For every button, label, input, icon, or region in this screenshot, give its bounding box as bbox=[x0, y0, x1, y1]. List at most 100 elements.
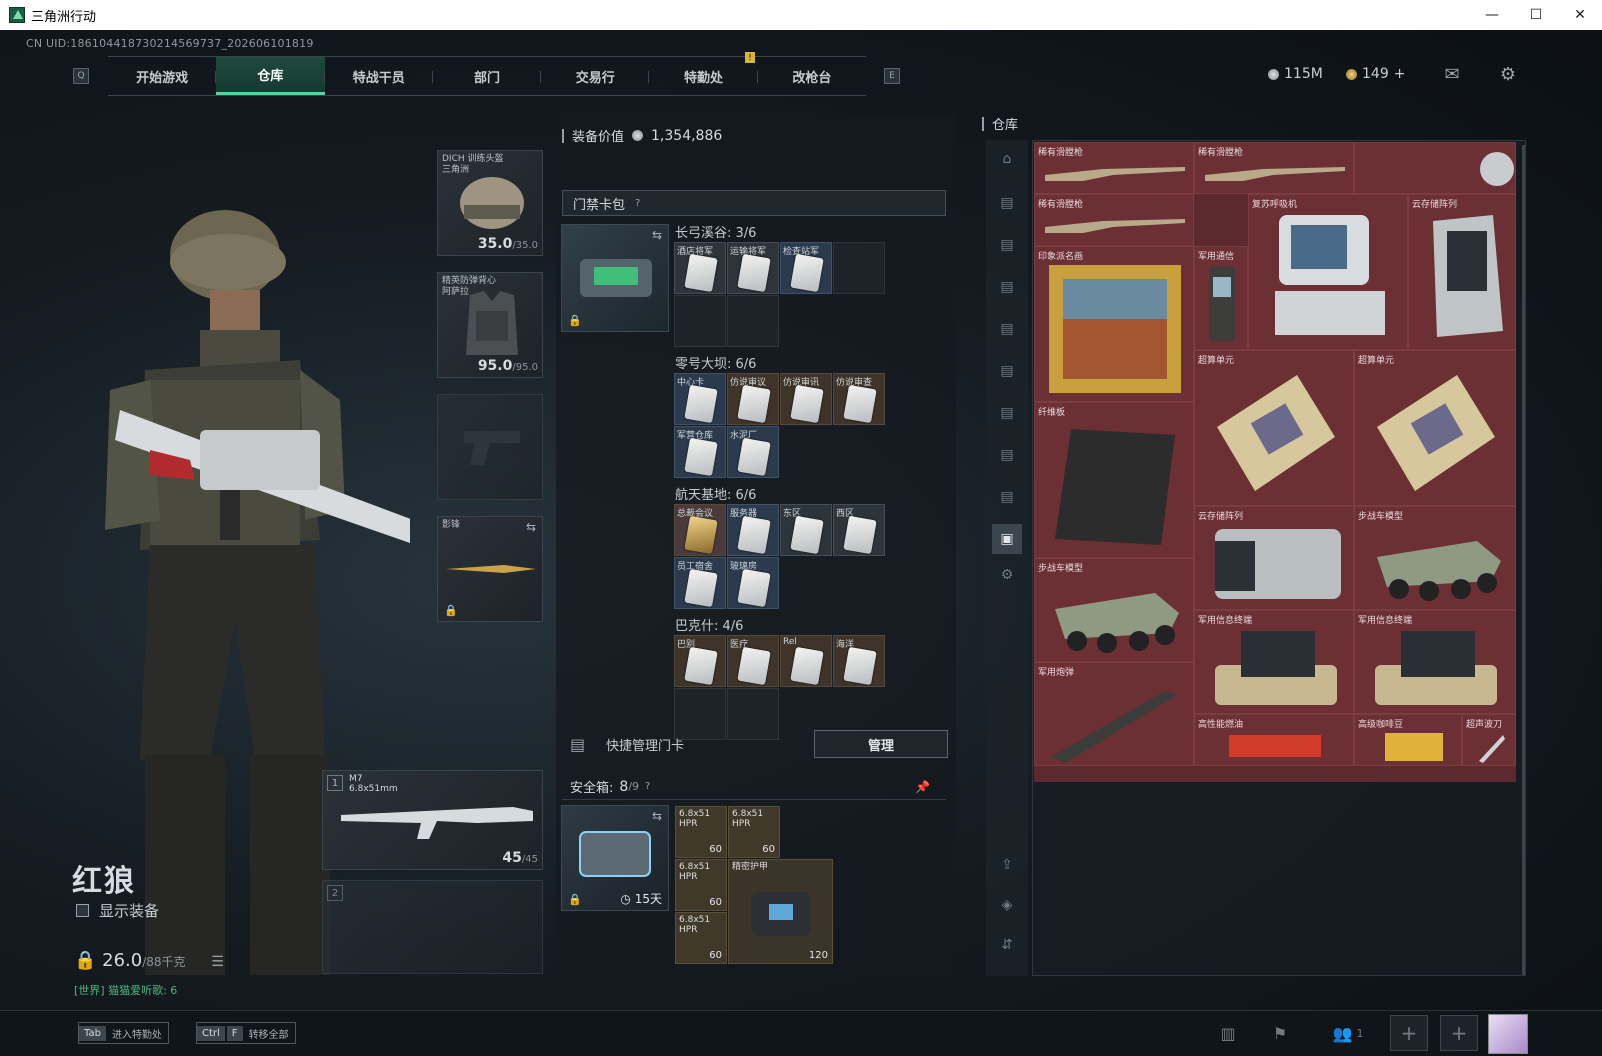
tab-market[interactable]: 交易行 bbox=[541, 57, 650, 95]
armor-plate-item[interactable]: 精密护甲 120 bbox=[728, 859, 833, 964]
ammo-stack[interactable]: 6.8x51 HPR 60 bbox=[675, 859, 727, 911]
stash-tab-icon[interactable]: ▤ bbox=[992, 272, 1022, 302]
pistol-slot[interactable] bbox=[437, 394, 543, 500]
layers-icon[interactable]: ◈ bbox=[992, 890, 1022, 920]
list-icon[interactable]: ☰ bbox=[211, 954, 224, 970]
world-chat-line[interactable]: [世界] 猫猫爱听歌: 6 bbox=[74, 982, 177, 998]
keycard[interactable]: 运输将军 bbox=[727, 242, 779, 294]
stash-item-supercomputer[interactable]: 超算单元 bbox=[1194, 350, 1354, 506]
keycard[interactable]: 总裁会议 bbox=[674, 504, 726, 556]
stats-icon[interactable]: ▥ bbox=[1214, 1019, 1242, 1047]
stash-item-ifv-model[interactable]: 步战车模型 bbox=[1034, 558, 1194, 662]
stash-tab-icon[interactable]: ▤ bbox=[992, 314, 1022, 344]
nav-prev-key[interactable]: Q bbox=[73, 68, 89, 84]
swap-icon[interactable]: ⇆ bbox=[526, 520, 536, 534]
tab-gunsmith[interactable]: 改枪台 bbox=[758, 57, 866, 95]
stash-scrollbar[interactable] bbox=[1522, 145, 1525, 975]
stash-item-ventilator[interactable]: 复苏呼吸机 bbox=[1248, 194, 1408, 350]
manage-button[interactable]: 管理 bbox=[814, 730, 948, 758]
stash-tab-icon[interactable]: ⌂ bbox=[992, 144, 1022, 174]
stash-item-radio[interactable]: 军用通信 bbox=[1194, 246, 1248, 350]
stash-item-musket[interactable]: 稀有滑膛枪 bbox=[1194, 142, 1354, 194]
coupon-currency[interactable]: 149 + bbox=[1346, 66, 1405, 82]
keycard[interactable]: 巴别 bbox=[674, 635, 726, 687]
stash-tab-icon[interactable]: ▤ bbox=[992, 398, 1022, 428]
close-button[interactable]: ✕ bbox=[1558, 0, 1602, 30]
keycard[interactable]: 检查站军 bbox=[780, 242, 832, 294]
stash-item-cloud-array[interactable]: 云存储阵列 bbox=[1194, 506, 1354, 610]
stash-item-supercomputer[interactable]: 超算单元 bbox=[1354, 350, 1516, 506]
stash-item-cloud-array[interactable]: 云存储阵列 bbox=[1408, 194, 1516, 350]
stash-item-coffee[interactable]: 高级咖啡豆 bbox=[1354, 714, 1462, 766]
keycard[interactable]: 中心卡 bbox=[674, 373, 726, 425]
keycard[interactable]: 酒店将军 bbox=[674, 242, 726, 294]
stash-settings-gear-icon[interactable]: ⚙ bbox=[992, 560, 1022, 590]
stash-tab-icon[interactable]: ▤ bbox=[992, 356, 1022, 386]
stash-item-mil-terminal[interactable]: 军用信息终端 bbox=[1354, 610, 1516, 714]
empty-card-slot[interactable] bbox=[833, 242, 885, 294]
stash-item-missile[interactable]: 军用炮弹 bbox=[1034, 662, 1194, 766]
swap-icon[interactable]: ⇆ bbox=[652, 228, 662, 242]
tab-department[interactable]: 部门 bbox=[433, 57, 542, 95]
stash-item-ifv-model[interactable]: 步战车模型 bbox=[1354, 506, 1516, 610]
transfer-all-hint[interactable]: Ctrl F 转移全部 bbox=[196, 1022, 296, 1044]
stash-item-musket[interactable]: 稀有滑膛枪 bbox=[1034, 194, 1194, 246]
nav-next-key[interactable]: E bbox=[884, 68, 900, 84]
stash-item-ultrasonic-knife[interactable]: 超声波刀 bbox=[1462, 714, 1516, 766]
ammo-stack[interactable]: 6.8x51 HPR 60 bbox=[675, 806, 727, 858]
keycard[interactable]: 军营仓库 bbox=[674, 426, 726, 478]
stash-upload-icon[interactable]: ⇪ bbox=[992, 850, 1022, 880]
keycard[interactable]: 仿说审议 bbox=[727, 373, 779, 425]
keycard[interactable]: 医疗 bbox=[727, 635, 779, 687]
sort-icon[interactable]: ⇵ bbox=[992, 930, 1022, 960]
settings-gear-icon[interactable]: ⚙ bbox=[1496, 64, 1520, 86]
helmet-slot[interactable]: DICH 训练头盔 三角洲 35.0/35.0 bbox=[437, 150, 543, 256]
keycard[interactable]: 仿说审讯 bbox=[780, 373, 832, 425]
flag-icon[interactable]: ⚑ bbox=[1266, 1019, 1294, 1047]
friends-icon[interactable]: 👥 1 bbox=[1326, 1019, 1370, 1047]
topup-plus-icon[interactable]: + bbox=[1394, 66, 1406, 82]
stash-tab-icon[interactable]: ▤ bbox=[992, 230, 1022, 260]
swap-icon[interactable]: ⇆ bbox=[652, 809, 662, 823]
add-party-slot[interactable]: + bbox=[1390, 1015, 1428, 1051]
minimize-button[interactable]: — bbox=[1470, 0, 1514, 30]
ammo-stack[interactable]: 6.8x51 HPR 60 bbox=[675, 912, 727, 964]
primary-weapon-slot[interactable]: 1 M7 6.8x51mm 45/45 bbox=[322, 770, 543, 870]
help-icon[interactable]: ? bbox=[635, 198, 640, 209]
stash-tab-icon[interactable]: ▤ bbox=[992, 188, 1022, 218]
stash-tab-icon[interactable]: ▣ bbox=[992, 524, 1022, 554]
enter-special-ops-hint[interactable]: Tab 进入特勤处 bbox=[78, 1022, 169, 1044]
safebox-slot[interactable]: ⇆ 🔒 ◷ 15天 bbox=[561, 805, 669, 911]
keycard[interactable]: 服务器 bbox=[727, 504, 779, 556]
tab-stash[interactable]: 仓库 bbox=[216, 57, 325, 95]
maximize-button[interactable]: ☐ bbox=[1514, 0, 1558, 30]
mail-icon[interactable]: ✉ bbox=[1440, 64, 1464, 86]
stash-item-painting[interactable]: 印象派名画 bbox=[1034, 246, 1194, 402]
keycard[interactable]: Rel bbox=[780, 635, 832, 687]
keycard[interactable]: 员工宿舍 bbox=[674, 557, 726, 609]
tab-operators[interactable]: 特战干员 bbox=[325, 57, 434, 95]
keycard[interactable]: 玻璃房 bbox=[727, 557, 779, 609]
tab-start-game[interactable]: 开始游戏 bbox=[108, 57, 217, 95]
ammo-stack[interactable]: 6.8x51 HPR 60 bbox=[728, 806, 780, 858]
tab-special-ops[interactable]: 特勤处 bbox=[649, 57, 758, 95]
keycard[interactable]: 水泥厂 bbox=[727, 426, 779, 478]
keycard[interactable]: 西区 bbox=[833, 504, 885, 556]
melee-slot[interactable]: 影锋 ⇆ 🔒 bbox=[437, 516, 543, 622]
empty-card-slot[interactable] bbox=[727, 295, 779, 347]
stash-item-musket[interactable]: 稀有滑膛枪 bbox=[1034, 142, 1194, 194]
stash-item-badge[interactable] bbox=[1354, 142, 1516, 194]
keycard[interactable]: 仿说审查 bbox=[833, 373, 885, 425]
stash-item-fuel[interactable]: 高性能燃油 bbox=[1194, 714, 1354, 766]
stash-item-carbon-board[interactable]: 纤维板 bbox=[1034, 402, 1194, 558]
empty-card-slot[interactable] bbox=[674, 295, 726, 347]
help-icon[interactable]: ? bbox=[645, 781, 650, 792]
stash-item-mil-terminal[interactable]: 军用信息终端 bbox=[1194, 610, 1354, 714]
stash-tab-icon[interactable]: ▤ bbox=[992, 482, 1022, 512]
secondary-weapon-slot[interactable]: 2 bbox=[322, 880, 543, 974]
keycard-case[interactable]: ⇆ 🔒 bbox=[561, 224, 669, 332]
keycard[interactable]: 海洋 bbox=[833, 635, 885, 687]
armor-slot[interactable]: 精英防弹背心 阿萨拉 95.0/95.0 bbox=[437, 272, 543, 378]
show-equipment-checkbox[interactable] bbox=[76, 904, 89, 917]
pin-icon[interactable]: 📌 bbox=[915, 780, 930, 794]
